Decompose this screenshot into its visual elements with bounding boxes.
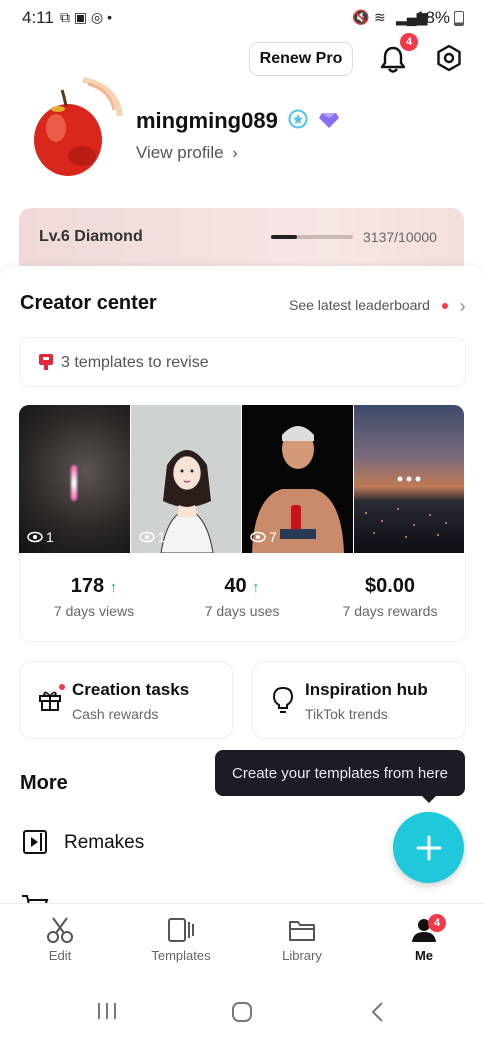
tooltip-text: Create your templates from here [232, 764, 448, 782]
create-template-tooltip: Create your templates from here [215, 750, 465, 796]
system-navigation-bar [0, 975, 484, 1038]
stat-rewards[interactable]: $0.00 7 days rewards [316, 575, 464, 619]
creation-tasks-card[interactable]: Creation tasks Cash rewards [19, 661, 233, 739]
cart-icon [20, 893, 50, 903]
leaderboard-link[interactable]: See latest leaderboard › [289, 296, 466, 317]
template-thumbnail[interactable]: 1 [19, 405, 130, 553]
stat-value: 178 [70, 575, 105, 597]
chevron-right-icon: › [232, 145, 238, 162]
leaderboard-label: See latest leaderboard [289, 297, 430, 314]
template-thumbnails: 1 1 7 [19, 405, 464, 553]
template-thumbnail[interactable]: 1 [130, 405, 241, 553]
card-subtitle: Cash rewards [72, 706, 159, 722]
nav-me[interactable]: Me 4 [374, 914, 474, 963]
nav-templates[interactable]: Templates [131, 916, 231, 963]
notification-badge: 4 [400, 33, 418, 51]
creation-tasks-dot [59, 684, 65, 690]
leaderboard-dot [441, 302, 448, 309]
chevron-right-icon: › [459, 296, 466, 316]
battery-level: 18% [416, 8, 451, 27]
eye-icon [138, 531, 155, 543]
wifi-icon: ≋ [374, 9, 386, 25]
card-title: Creation tasks [72, 680, 190, 699]
up-arrow-icon: ↑ [109, 579, 118, 596]
eye-icon [27, 531, 43, 543]
light-streak [71, 465, 77, 501]
bottom-nav: Edit Templates Library Me 4 [0, 903, 484, 976]
nav-label: Library [282, 948, 322, 963]
renew-pro-label: Renew Pro [259, 50, 343, 67]
city-sunset-image [364, 476, 447, 538]
me-badge: 4 [428, 914, 446, 932]
recent-apps-icon[interactable] [96, 1001, 118, 1021]
eye-icon [250, 531, 266, 543]
view-count-value: 1 [157, 529, 166, 545]
screenshot-icon: ⧉ ▣ ◎ • [60, 9, 113, 25]
back-icon[interactable] [370, 1001, 386, 1023]
username: mingming089 [136, 108, 340, 135]
inspiration-hub-card[interactable]: Inspiration hub TikTok trends [252, 661, 466, 739]
nav-label: Templates [151, 948, 211, 963]
stat-value: $0.00 [364, 575, 416, 597]
stat-label: 7 days rewards [342, 603, 438, 619]
lightbulb-icon [271, 686, 295, 719]
scissors-icon [47, 917, 73, 943]
status-bar: 4:11 ⧉ ▣ ◎ • 🔇 ≋ ▂▄▆ 18% [0, 0, 484, 36]
stats-row: 178 ↑ 7 days views 40 ↑ 7 days uses $0.0… [19, 553, 466, 642]
nav-edit[interactable]: Edit [10, 916, 110, 963]
level-points: 3137/10000 [363, 229, 437, 245]
view-profile-label: View profile [136, 143, 224, 162]
card-subtitle: TikTok trends [305, 706, 388, 722]
template-thumbnail[interactable]: 7 [242, 405, 353, 553]
template-thumbnail[interactable] [353, 405, 464, 553]
view-count: 7 [250, 529, 277, 545]
view-count: 1 [27, 529, 54, 545]
apple-avatar-image [34, 77, 123, 176]
stat-label: 7 days views [53, 603, 135, 619]
templates-to-revise-banner[interactable]: 3 templates to revise [19, 337, 466, 387]
plus-icon [416, 835, 441, 860]
creator-center-title: Creator center [20, 292, 157, 314]
level-progress-bar [271, 235, 353, 239]
notifications-button[interactable]: 4 [378, 33, 418, 74]
gift-icon [38, 688, 62, 717]
stat-value: 40 [224, 575, 247, 597]
revise-flag-icon [38, 353, 54, 376]
folder-icon [289, 921, 315, 941]
renew-pro-button[interactable]: Renew Pro [249, 42, 353, 76]
battery-icon [454, 11, 464, 26]
level-progress-fill [271, 235, 297, 239]
username-text: mingming089 [136, 108, 278, 133]
nav-library[interactable]: Library [252, 916, 352, 963]
revise-text: 3 templates to revise [61, 354, 209, 371]
templates-icon [168, 918, 194, 942]
settings-hexagon-icon [437, 44, 461, 72]
remakes-label: Remakes [64, 832, 145, 853]
stat-label: 7 days uses [204, 603, 280, 619]
view-count: 1 [138, 529, 166, 545]
remakes-icon [22, 829, 48, 860]
verified-badge-icon [288, 109, 308, 135]
mute-icon: 🔇 [352, 9, 370, 25]
view-count-value: 7 [269, 529, 277, 545]
up-arrow-icon: ↑ [252, 579, 260, 596]
card-title: Inspiration hub [305, 680, 428, 699]
status-time: 4:11 [22, 8, 54, 27]
stat-views[interactable]: 178 ↑ 7 days views [20, 575, 168, 619]
view-count-value: 1 [46, 529, 54, 545]
nav-label: Me [414, 948, 434, 963]
more-section-title: More [20, 772, 68, 794]
diamond-badge-icon [318, 109, 340, 135]
level-card[interactable]: Lv.6 Diamond 3137/10000 [19, 208, 464, 266]
settings-button[interactable] [434, 43, 464, 73]
nav-label: Edit [48, 948, 72, 963]
create-template-button[interactable] [393, 812, 464, 883]
level-label: Lv.6 Diamond [39, 228, 143, 245]
home-icon[interactable] [231, 1001, 253, 1023]
tooltip-arrow [420, 794, 438, 803]
avatar[interactable] [28, 76, 124, 180]
stat-uses[interactable]: 40 ↑ 7 days uses [168, 575, 316, 619]
view-profile-link[interactable]: View profile › [136, 143, 238, 163]
